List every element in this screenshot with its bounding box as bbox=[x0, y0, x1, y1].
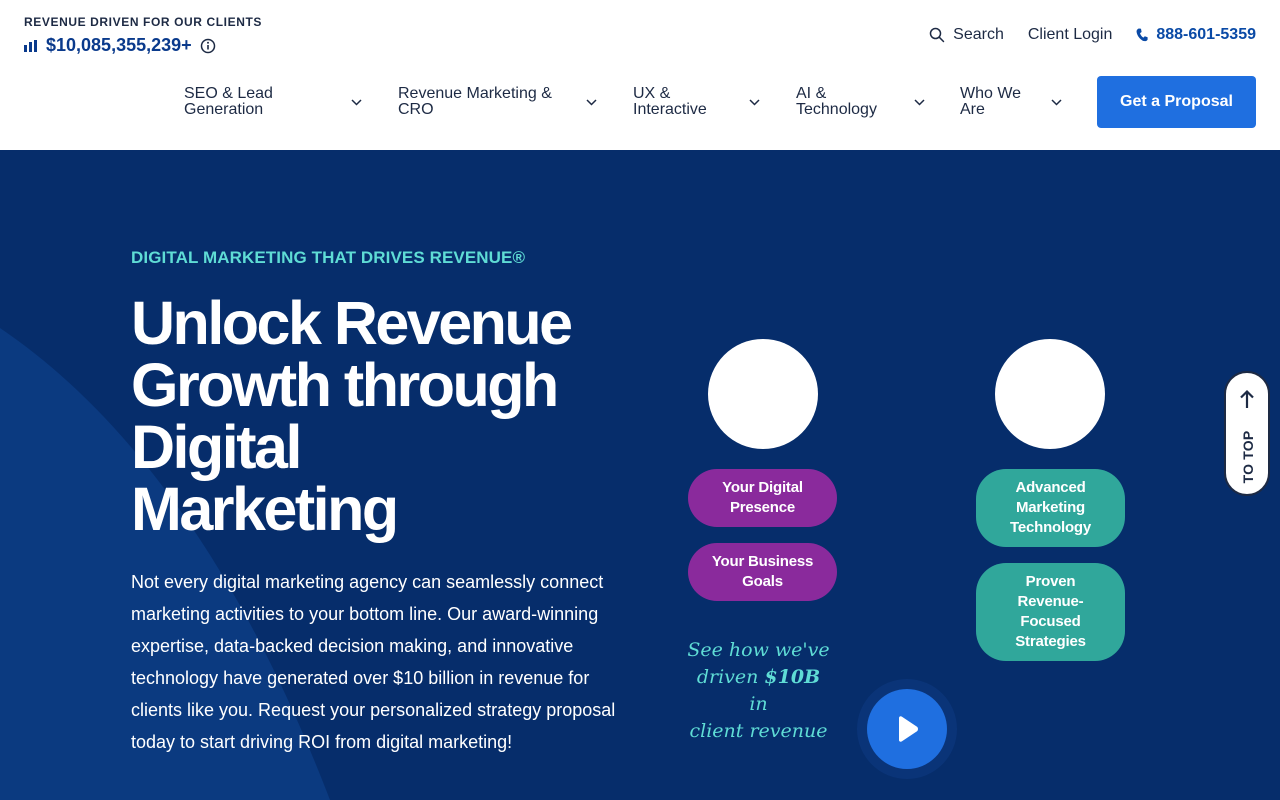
client-login-link[interactable]: Client Login bbox=[1028, 26, 1113, 44]
phone-icon bbox=[1136, 28, 1148, 42]
graphic-circle-left bbox=[708, 339, 818, 449]
play-button-inner bbox=[867, 689, 947, 769]
play-icon bbox=[899, 716, 918, 742]
info-icon[interactable] bbox=[200, 38, 216, 54]
nav-label: Revenue Marketing & CRO bbox=[398, 85, 552, 118]
pill-advanced-marketing-technology: Advanced Marketing Technology bbox=[976, 469, 1125, 547]
nav-label: SEO & Lead Generation bbox=[184, 85, 273, 118]
bar-chart-icon bbox=[24, 39, 37, 52]
site-header: REVENUE DRIVEN FOR OUR CLIENTS $10,085,3… bbox=[0, 0, 1280, 150]
hero-headline: Unlock Revenue Growth through Digital Ma… bbox=[131, 289, 573, 543]
chevron-down-icon bbox=[351, 98, 362, 106]
video-prompt-text: See how we've driven $10B in client reve… bbox=[687, 639, 830, 742]
play-video-button[interactable] bbox=[857, 679, 957, 779]
to-top-button[interactable]: TO TOP bbox=[1224, 371, 1270, 496]
revenue-value-row: $10,085,355,239+ bbox=[24, 35, 262, 56]
arrow-up-icon bbox=[1240, 389, 1254, 408]
revenue-value: $10,085,355,239+ bbox=[46, 35, 192, 55]
nav-label: AI & Technology bbox=[796, 85, 877, 118]
pill-your-digital-presence: Your Digital Presence bbox=[688, 469, 837, 527]
search-label: Search bbox=[953, 26, 1004, 43]
utility-nav: Search Client Login 888-601-5359 bbox=[929, 24, 1256, 46]
nav-item-ai-technology[interactable]: AI & Technology bbox=[796, 86, 925, 118]
chevron-down-icon bbox=[749, 98, 760, 106]
search-link[interactable]: Search bbox=[929, 26, 1004, 44]
nav-label: Who We Are bbox=[960, 85, 1022, 118]
hero-section: DIGITAL MARKETING THAT DRIVES REVENUE® U… bbox=[0, 150, 1280, 800]
to-top-label: TO TOP bbox=[1240, 430, 1256, 484]
nav-label: UX & Interactive bbox=[633, 85, 707, 118]
nav-item-seo-lead-generation[interactable]: SEO & Lead Generation bbox=[184, 86, 363, 118]
revenue-counter: REVENUE DRIVEN FOR OUR CLIENTS $10,085,3… bbox=[24, 15, 262, 56]
hero-eyebrow: DIGITAL MARKETING THAT DRIVES REVENUE® bbox=[131, 248, 526, 267]
nav-item-who-we-are[interactable]: Who We Are bbox=[960, 86, 1062, 118]
nav-item-ux-interactive[interactable]: UX & Interactive bbox=[633, 86, 760, 118]
hero-body-text: Not every digital marketing agency can s… bbox=[131, 572, 616, 752]
chevron-down-icon bbox=[914, 98, 925, 106]
chevron-down-icon bbox=[586, 98, 597, 106]
get-proposal-button[interactable]: Get a Proposal bbox=[1097, 76, 1256, 128]
nav-item-revenue-marketing-cro[interactable]: Revenue Marketing & CRO bbox=[398, 86, 597, 118]
main-nav: SEO & Lead Generation Revenue Marketing &… bbox=[184, 76, 1062, 128]
graphic-circle-right bbox=[995, 339, 1105, 449]
pill-your-business-goals: Your Business Goals bbox=[688, 543, 837, 601]
chevron-down-icon bbox=[1051, 98, 1062, 106]
revenue-label: REVENUE DRIVEN FOR OUR CLIENTS bbox=[24, 15, 263, 29]
search-icon bbox=[929, 27, 945, 43]
phone-link[interactable]: 888-601-5359 bbox=[1136, 26, 1256, 44]
phone-number: 888-601-5359 bbox=[1156, 26, 1256, 43]
pill-proven-revenue-focused-strategies: Proven Revenue-Focused Strategies bbox=[976, 563, 1125, 661]
